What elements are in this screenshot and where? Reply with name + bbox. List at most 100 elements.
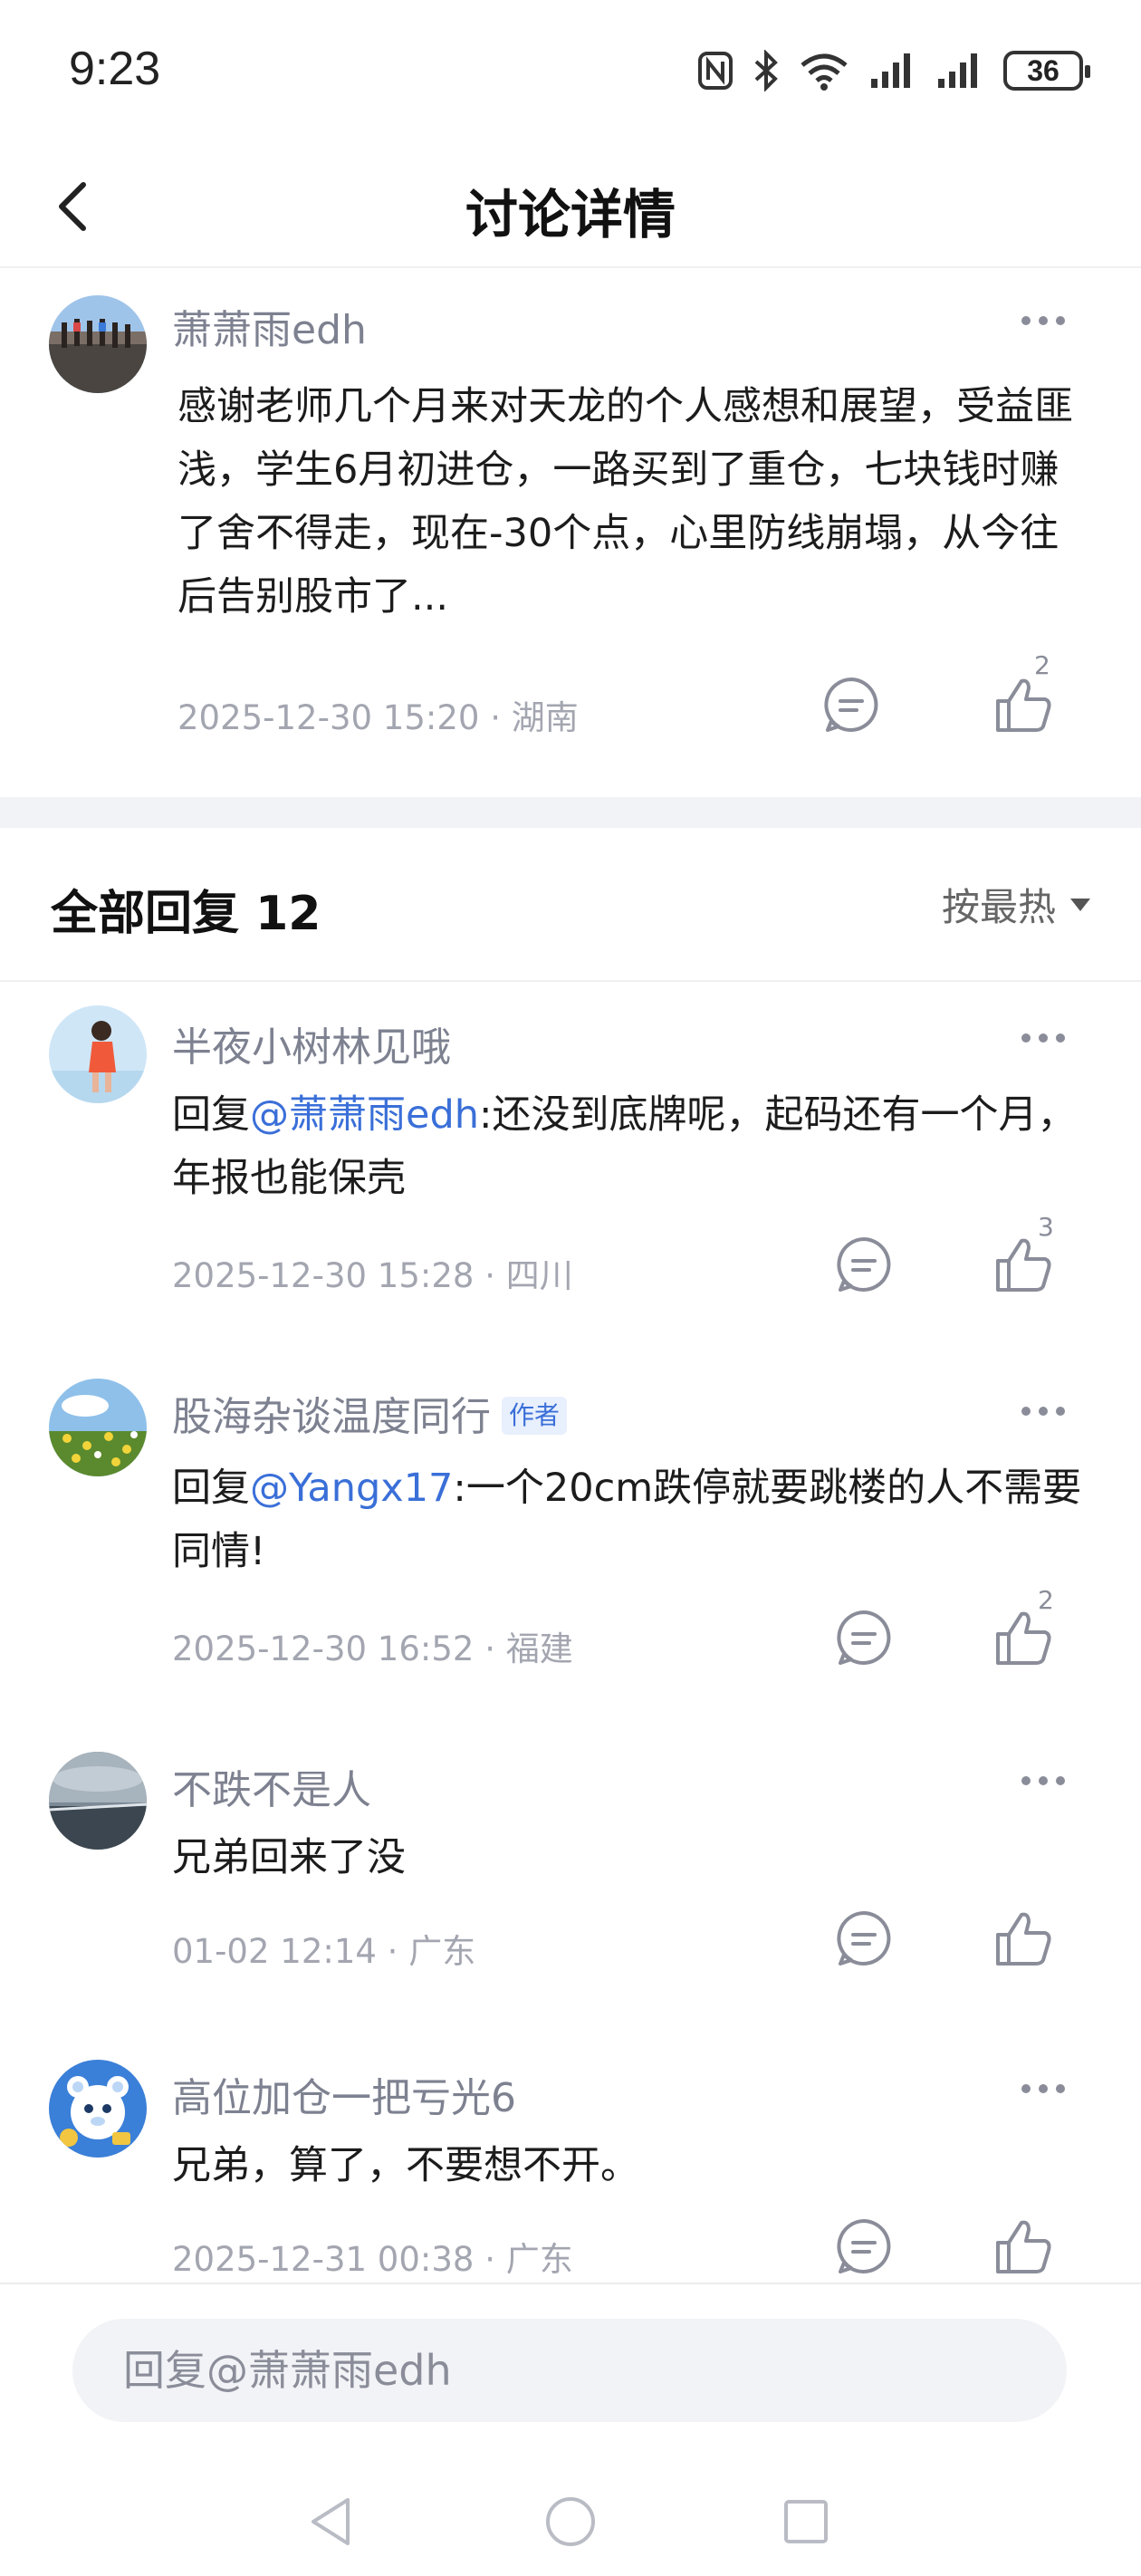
avatar[interactable] [49,1005,147,1103]
nav-home-icon [546,2497,595,2546]
reply-username[interactable]: 不跌不是人 [172,1757,371,1815]
avatar[interactable] [49,295,147,393]
reply-meta: 01-02 12:14 · 广东 [172,1924,475,1973]
nav-back-icon [312,2498,350,2545]
more-dot [1039,316,1048,325]
reply-meta: 2025-12-30 16:52 · 福建 [172,1621,573,1670]
replies-header: 全部回复 12 按最热 [0,828,1141,982]
comment-icon [824,678,878,732]
reply-more-button[interactable] [1007,2071,1079,2107]
reply-meta: 2025-12-30 15:28 · 四川 [172,1248,573,1297]
reply-location: 四川 [505,1256,573,1295]
like-count: 2 [1034,650,1050,680]
comment-icon [837,1911,891,1966]
bluetooth-icon [754,50,778,91]
comment-button[interactable] [828,1228,900,1301]
page-title: 讨论详情 [465,184,676,245]
comment-button[interactable] [828,2210,900,2283]
meta-separator: · [490,698,501,737]
more-dot [1039,1033,1048,1043]
reply-more-button[interactable] [1007,1020,1079,1056]
bottom-bar [0,2283,1141,2576]
nfc-icon [698,52,733,90]
reply-input[interactable] [72,2319,1067,2422]
reply-more-button[interactable] [1007,1393,1079,1429]
battery-level: 36 [1027,53,1060,87]
comment-icon [837,1610,891,1665]
nav-recents-button[interactable] [770,2485,842,2558]
post-location: 湖南 [511,698,579,737]
header: 讨论详情 [0,145,1141,268]
reply-location: 广东 [505,2240,573,2279]
reply-more-button[interactable] [1007,1763,1079,1799]
avatar[interactable] [49,2060,147,2158]
reply-username[interactable]: 半夜小树林见哦 [172,1014,451,1072]
main-post: 萧萧雨edh 感谢老师几个月来对天龙的个人感想和展望，受益匪浅，学生6月初进仓，… [0,270,1141,797]
status-icons: 36 [697,45,1090,96]
post-content: 感谢老师几个月来对天龙的个人感想和展望，受益匪浅，学生6月初进仓，一路买到了重仓… [177,384,1073,620]
reply-datetime: 2025-12-30 16:52 [172,1629,475,1668]
like-count: 3 [1038,1212,1054,1242]
avatar[interactable] [49,1752,147,1850]
more-dot [1021,1776,1031,1785]
reply-username[interactable]: 高位加仓一把亏光6 [172,2065,516,2123]
more-dot [1039,1776,1048,1785]
nav-back-button[interactable] [295,2485,368,2558]
reply-item: 高位加仓一把亏光6 兄弟，算了，不要想不开。 2025-12-31 00:38 … [0,2038,1141,2283]
section-divider [0,797,1141,828]
status-bar: 9:23 36 [0,0,1141,145]
reply-meta: 2025-12-31 00:38 · 广东 [172,2232,573,2281]
like-button[interactable] [987,1902,1060,1975]
author-badge: 作者 [502,1397,568,1435]
avatar[interactable] [49,1379,147,1476]
reply-item: 股海杂谈温度同行 作者 回复@Yangx17:一个20cm跌停就要跳楼的人不需要同… [0,1357,1141,1719]
reply-location: 福建 [505,1629,573,1668]
more-dot [1056,316,1065,325]
comment-button[interactable] [828,1902,900,1975]
more-dot [1021,1033,1031,1043]
dropdown-arrow-icon [1070,898,1090,911]
reply-item: 半夜小树林见哦 回复@萧萧雨edh:还没到底牌呢，起码还有一个月，年报也能保壳 … [0,984,1141,1346]
comment-button[interactable] [815,668,887,741]
thumbs-up-icon [996,2220,1051,2273]
mention-link[interactable]: @萧萧雨edh [250,1092,479,1138]
more-dot [1056,1407,1065,1416]
more-dot [1039,2084,1048,2093]
reply-username: 股海杂谈温度同行 作者 [172,1384,568,1442]
reply-username-text[interactable]: 股海杂谈温度同行 [172,1394,491,1440]
sort-label: 按最热 [941,885,1056,929]
thumbs-up-icon [996,678,1051,732]
signal-icon-2 [938,53,977,88]
post-meta: 2025-12-30 15:20 · 湖南 [177,690,579,739]
like-count: 2 [1038,1585,1054,1615]
more-dot [1039,1407,1048,1416]
reply-item: 不跌不是人 兄弟回来了没 01-02 12:14 · 广东 [0,1730,1141,2029]
meta-separator: · [484,2240,495,2279]
replies-title: 全部回复 12 [51,887,321,941]
signal-icon-1 [871,53,910,88]
nav-recents-icon [784,2500,828,2543]
post-datetime: 2025-12-30 15:20 [177,698,480,737]
reply-datetime: 2025-12-30 15:28 [172,1256,475,1295]
mention-link[interactable]: @Yangx17 [250,1466,453,1511]
meta-separator: · [387,1932,398,1971]
post-username[interactable]: 萧萧雨edh [172,297,367,355]
thumbs-up-icon [996,1611,1051,1665]
reply-datetime: 01-02 12:14 [172,1932,377,1971]
more-dot [1056,1776,1065,1785]
comment-button[interactable] [828,1601,900,1674]
more-dot [1056,2084,1065,2093]
meta-separator: · [484,1256,495,1295]
thumbs-up-icon [996,1912,1051,1966]
reply-location: 广东 [408,1932,476,1971]
reply-content: 兄弟回来了没 [172,1835,406,1880]
sort-dropdown[interactable]: 按最热 [942,877,1090,932]
reply-content: 回复@萧萧雨edh:还没到底牌呢，起码还有一个月，年报也能保壳 [172,1083,1096,1210]
more-dot [1021,316,1031,325]
reply-datetime: 2025-12-31 00:38 [172,2240,475,2279]
thumbs-up-icon [996,1238,1051,1292]
like-button[interactable] [987,2210,1060,2283]
post-more-button[interactable] [1007,303,1079,339]
battery-icon: 36 [1003,51,1090,91]
nav-home-button[interactable] [534,2485,607,2558]
